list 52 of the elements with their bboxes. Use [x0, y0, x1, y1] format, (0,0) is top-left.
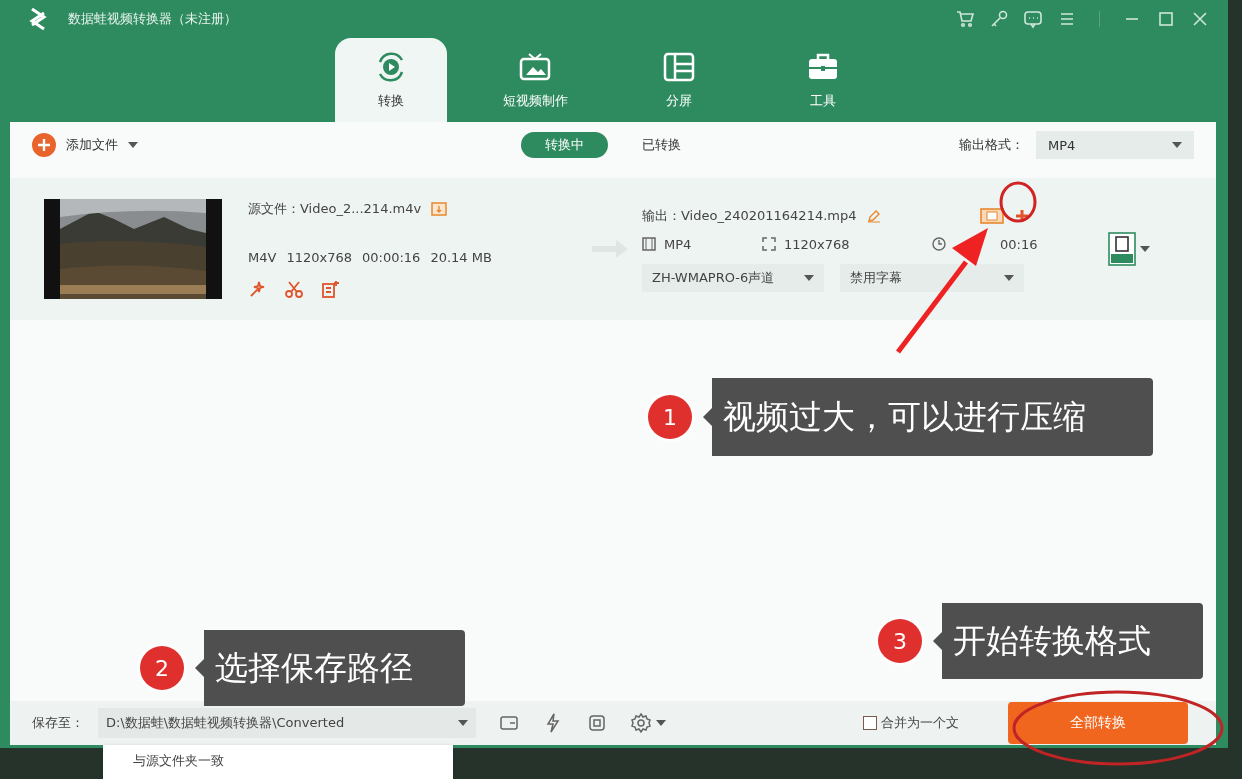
callout-text: 开始转换格式 [933, 603, 1203, 679]
target-duration: 00:16 [1000, 236, 1038, 252]
maximize-icon[interactable] [1156, 9, 1176, 29]
caret-icon [458, 720, 468, 726]
chat-icon[interactable] [1023, 9, 1043, 29]
subtitle-dropdown[interactable]: 禁用字幕 [840, 263, 1024, 292]
target-format: MP4 [664, 236, 692, 252]
add-icon [32, 133, 56, 157]
split-screen-icon [662, 50, 696, 84]
save-to-label: 保存至： [32, 714, 84, 732]
status-tab[interactable]: 转换中 [521, 132, 608, 158]
nav-tab[interactable]: 短视频制作 [479, 38, 591, 122]
caret-icon [804, 274, 814, 281]
media-info: 1120x768 [286, 249, 352, 265]
pencil-icon[interactable] [866, 208, 881, 223]
output-file-name: 输出：Video_240201164214.mp4 [642, 206, 857, 225]
highlight-ellipse [999, 181, 1037, 223]
film-strip-icon [642, 237, 656, 251]
save-path-dropdown[interactable]: D:\数据蛙\数据蛙视频转换器\Converted [98, 708, 476, 738]
nav-tab[interactable]: 转换 [335, 38, 447, 122]
output-format-dropdown[interactable]: MP4 [1036, 131, 1194, 159]
add-file-button[interactable]: 添加文件 [32, 133, 138, 157]
output-settings-icon[interactable] [1108, 232, 1136, 266]
edit-video-icon[interactable] [320, 278, 340, 299]
media-info: 00:00:16 [362, 249, 421, 265]
caret-icon [1004, 274, 1014, 281]
merge-label: 合并为一个文 [881, 714, 959, 732]
callout-text: 选择保存路径 [195, 630, 465, 706]
resize-icon [762, 237, 776, 251]
caret-icon [128, 142, 138, 148]
nav-tab[interactable]: 工具 [767, 38, 879, 122]
key-icon[interactable] [989, 9, 1009, 29]
media-info: M4V [248, 249, 277, 265]
status-tab[interactable]: 已转换 [618, 132, 705, 158]
output-format-label: 输出格式： [959, 136, 1024, 154]
caret-icon [1172, 142, 1182, 148]
callout-text: 视频过大，可以进行压缩 [703, 378, 1153, 456]
window-title: 数据蛙视频转换器（未注册） [68, 10, 238, 28]
nav-tab[interactable]: 分屏 [623, 38, 735, 122]
settings-icon[interactable] [630, 712, 652, 734]
media-info: 20.14 MB [430, 249, 492, 265]
dropdown-option[interactable]: 与源文件夹一致 [133, 753, 224, 768]
info-icon[interactable] [431, 201, 448, 216]
film-icon[interactable] [980, 207, 1004, 224]
cart-icon[interactable] [955, 9, 975, 29]
merge-checkbox[interactable] [863, 716, 877, 730]
audio-track-dropdown[interactable]: ZH-WMAPRO-6声道 [642, 263, 824, 292]
caret-icon [1140, 246, 1150, 252]
target-resolution: 1120x768 [784, 236, 850, 252]
caret-icon [656, 720, 666, 726]
clock-icon [932, 237, 946, 251]
source-file-name: 源文件：Video_2...214.m4v [248, 199, 422, 218]
